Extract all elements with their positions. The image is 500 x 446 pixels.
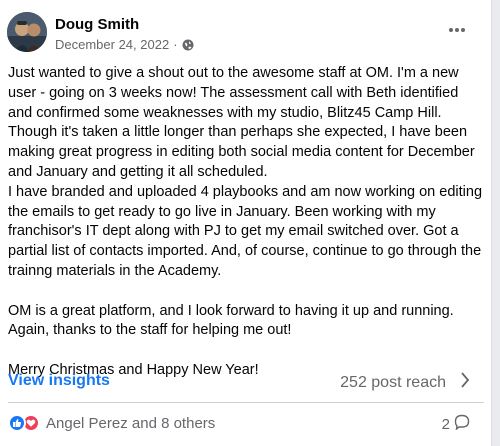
view-insights-link[interactable]: View insights bbox=[8, 372, 110, 390]
post-reach-label: 252 post reach bbox=[340, 373, 446, 391]
post-date[interactable]: December 24, 2022 bbox=[55, 37, 169, 52]
comment-count: 2 bbox=[441, 415, 450, 433]
post-header: Doug Smith December 24, 2022 · bbox=[7, 12, 487, 56]
like-icon bbox=[8, 414, 26, 432]
post-paragraph: OM is a great platform, and I look forwa… bbox=[8, 302, 454, 339]
post-meta: December 24, 2022 · bbox=[55, 37, 194, 52]
more-options-icon[interactable] bbox=[445, 20, 469, 40]
comment-icon bbox=[454, 414, 470, 434]
meta-separator: · bbox=[173, 37, 178, 52]
post-footer: Angel Perez and 8 others 2 bbox=[8, 414, 484, 436]
reactions-summary[interactable]: Angel Perez and 8 others bbox=[8, 414, 215, 432]
avatar[interactable] bbox=[7, 12, 47, 52]
post-reach-button[interactable]: 252 post reach bbox=[340, 372, 470, 393]
post-card: Doug Smith December 24, 2022 · Just want… bbox=[0, 0, 492, 446]
comments-button[interactable]: 2 bbox=[442, 414, 470, 434]
divider bbox=[8, 402, 484, 403]
post-body: Just wanted to give a shout out to the a… bbox=[8, 64, 484, 401]
insights-bar: View insights 252 post reach bbox=[8, 370, 484, 394]
post-paragraph: Just wanted to give a shout out to the a… bbox=[8, 65, 483, 279]
globe-icon[interactable] bbox=[182, 39, 194, 51]
reaction-names: Angel Perez and 8 others bbox=[46, 414, 216, 432]
author-name[interactable]: Doug Smith bbox=[55, 16, 139, 33]
chevron-right-icon bbox=[460, 372, 470, 393]
